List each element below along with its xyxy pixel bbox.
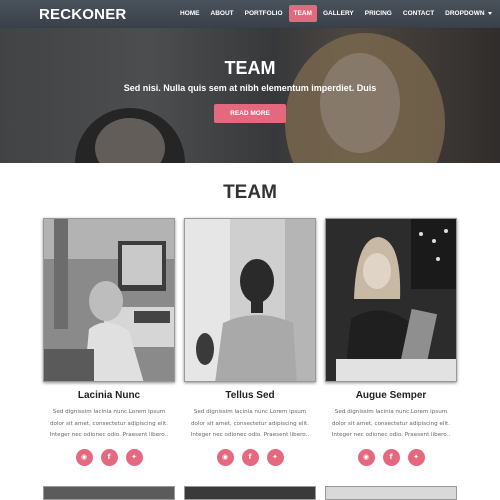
- twitter-icon[interactable]: ✦: [407, 449, 425, 466]
- rss-icon[interactable]: ◉: [357, 449, 375, 466]
- section-title: TEAM: [223, 182, 277, 203]
- smiling-man-photo-graphic: [185, 219, 315, 381]
- brand-logo[interactable]: RECKONER: [39, 6, 126, 23]
- team-member-description: Sed dignissim lacinia nunc.Lorem ipsum d…: [190, 409, 310, 438]
- rss-icon[interactable]: ◉: [75, 449, 93, 466]
- nav-item-pricing[interactable]: PRICING: [360, 5, 397, 22]
- team-member-photo: [43, 218, 175, 382]
- facebook-icon[interactable]: f: [100, 449, 118, 466]
- facebook-icon[interactable]: f: [382, 449, 400, 466]
- team-member-description: Sed dignissim lacinia nunc.Lorem ipsum d…: [49, 409, 169, 438]
- navbar: RECKONER HOME ABOUT PORTFOLIO TEAM GALLE…: [0, 0, 500, 28]
- nav-item-dropdown-label: DROPDOWN: [445, 10, 485, 17]
- rss-icon[interactable]: ◉: [216, 449, 234, 466]
- team-member-name: Augue Semper: [355, 390, 427, 401]
- nav-item-portfolio[interactable]: PORTFOLIO: [240, 5, 288, 22]
- team-member-name: Lacinia Nunc: [77, 390, 141, 401]
- social-links: ◉ f ✦: [325, 449, 457, 466]
- hero-banner: TEAM Sed nisi. Nulla quis sem at nibh el…: [0, 28, 500, 163]
- hero-subtitle: Sed nisi. Nulla quis sem at nibh element…: [123, 83, 377, 93]
- woman-laptop-photo-graphic: [326, 219, 456, 381]
- team-member-photo-next: [325, 486, 457, 500]
- nav-item-dropdown[interactable]: DROPDOWN: [440, 5, 496, 22]
- hero-title: TEAM: [224, 58, 276, 78]
- team-member-photo-next: [184, 486, 316, 500]
- nav-item-about[interactable]: ABOUT: [206, 5, 239, 22]
- office-man-photo-graphic: [44, 219, 174, 381]
- team-member-description: Sed dignissim lacinia nunc.Lorem ipsum d…: [331, 409, 451, 438]
- social-links: ◉ f ✦: [184, 449, 316, 466]
- team-card: Lacinia Nunc Sed dignissim lacinia nunc.…: [43, 218, 175, 478]
- team-member-photo: [184, 218, 316, 382]
- nav-item-team[interactable]: TEAM: [288, 5, 317, 22]
- team-member-photo: [325, 218, 457, 382]
- team-card: Augue Semper Sed dignissim lacinia nunc.…: [325, 218, 457, 478]
- caret-down-icon: [487, 11, 492, 15]
- team-member-photo-next: [43, 486, 175, 500]
- twitter-icon[interactable]: ✦: [125, 449, 143, 466]
- social-links: ◉ f ✦: [43, 449, 175, 466]
- nav-item-gallery[interactable]: GALLERY: [318, 5, 359, 22]
- nav-item-contact[interactable]: CONTACT: [398, 5, 439, 22]
- facebook-icon[interactable]: f: [241, 449, 259, 466]
- nav-menu: HOME ABOUT PORTFOLIO TEAM GALLERY PRICIN…: [175, 5, 498, 22]
- read-more-button[interactable]: READ MORE: [214, 104, 286, 123]
- hero-overlay: [0, 28, 500, 163]
- nav-item-home[interactable]: HOME: [175, 5, 205, 22]
- twitter-icon[interactable]: ✦: [266, 449, 284, 466]
- team-member-name: Tellus Sed: [225, 390, 275, 401]
- team-card: Tellus Sed Sed dignissim lacinia nunc.Lo…: [184, 218, 316, 478]
